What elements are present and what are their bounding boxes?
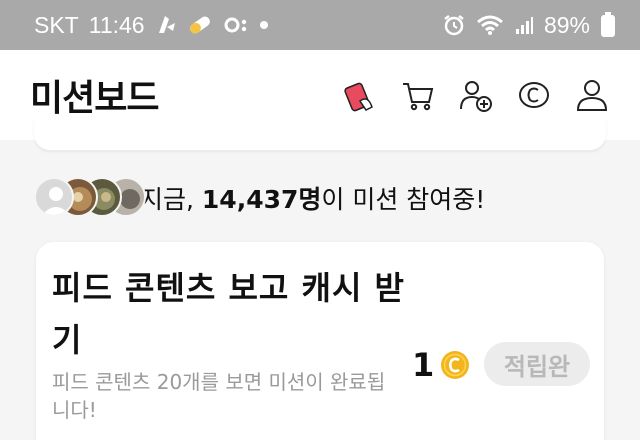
dot-icon <box>259 20 269 30</box>
mission-description: 피드 콘텐츠 20개를 보면 미션이 완료됩니다! <box>52 370 386 422</box>
battery-icon <box>600 12 616 38</box>
battery-percent: 89% <box>543 11 590 38</box>
status-left: SKT 11:46 <box>34 12 269 39</box>
cash-icon[interactable] <box>516 77 552 113</box>
wifi-icon <box>476 14 504 36</box>
oo-icon <box>223 16 249 34</box>
add-friend-icon[interactable] <box>458 77 494 113</box>
clock: 11:46 <box>88 11 145 38</box>
profile-icon[interactable] <box>574 77 610 113</box>
participants-text: 지금, 14,437명이 미션 참여중! <box>140 180 485 216</box>
avatar-stack <box>34 177 146 219</box>
participants-banner: 지금, 14,437명이 미션 참여중! <box>34 175 624 221</box>
reward-amount: 1 <box>412 346 435 384</box>
mission-title: 피드 콘텐츠 보고 캐시 받기 <box>52 269 405 359</box>
card-icon[interactable] <box>342 77 378 113</box>
previous-card-edge <box>34 118 606 150</box>
participants-suffix: 이 미션 참여중! <box>321 185 486 214</box>
cart-icon[interactable] <box>400 77 436 113</box>
mission-card[interactable]: 피드 콘텐츠 보고 캐시 받기 피드 콘텐츠 20개를 보면 미션이 완료됩니다… <box>36 242 604 440</box>
carrier-label: SKT <box>34 11 79 38</box>
participants-count: 14,437명 <box>201 185 322 214</box>
claim-complete-button[interactable]: 적립완 <box>484 342 590 386</box>
notification-icon <box>155 13 177 37</box>
status-bar: SKT 11:46 89% <box>0 0 640 50</box>
status-right: 89% <box>442 12 616 39</box>
signal-icon <box>514 15 534 35</box>
page-title: 미션보드 <box>30 78 159 119</box>
avatar <box>34 177 74 217</box>
alarm-icon <box>442 13 466 37</box>
pill-icon <box>187 14 213 36</box>
header-actions <box>342 77 610 113</box>
coin-icon <box>440 350 470 380</box>
participants-prefix: 지금, <box>140 185 202 214</box>
